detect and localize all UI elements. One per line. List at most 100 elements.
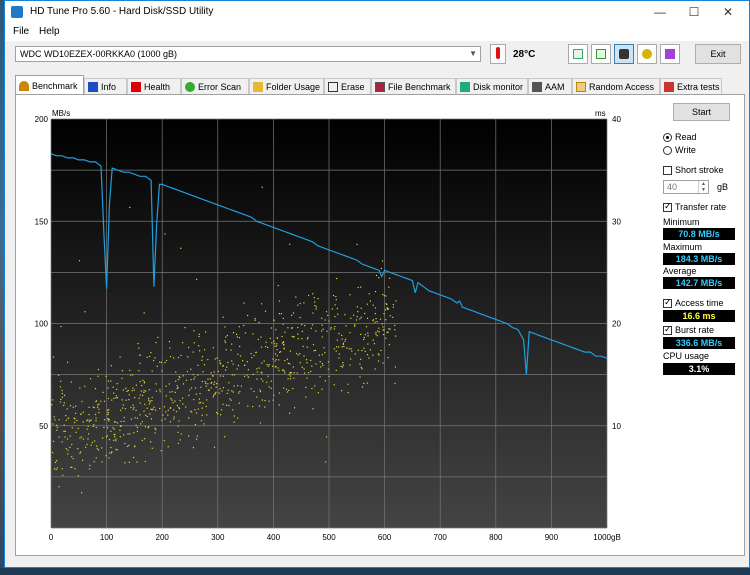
access-time-point <box>319 361 321 363</box>
access-time-point <box>215 391 217 393</box>
access-time-point <box>343 345 345 348</box>
access-time-checkbox[interactable] <box>663 297 672 308</box>
screenshot-button[interactable] <box>614 44 634 64</box>
save-button[interactable] <box>660 44 680 64</box>
access-time-point <box>182 383 185 385</box>
access-time-point <box>160 450 162 452</box>
access-time-point <box>272 358 274 360</box>
access-time-point <box>306 346 308 348</box>
write-radio[interactable] <box>663 146 672 155</box>
access-time-point <box>293 336 295 338</box>
access-time-point <box>311 324 314 326</box>
access-time-point <box>310 359 312 361</box>
access-time-point <box>210 387 212 389</box>
access-time-point <box>280 351 282 353</box>
access-time-point <box>222 316 224 318</box>
access-time-point <box>219 388 221 390</box>
short-stroke-checkbox[interactable] <box>663 166 672 175</box>
copy-text-button[interactable] <box>591 44 611 64</box>
tab-disk-monitor[interactable]: Disk monitor <box>456 78 528 95</box>
access-time-point <box>135 409 137 411</box>
access-time-point <box>360 316 362 318</box>
access-time-point <box>376 321 378 323</box>
access-time-point <box>207 378 209 380</box>
access-time-point <box>188 417 190 419</box>
access-time-point <box>114 433 116 436</box>
access-time-point <box>275 358 277 361</box>
access-time-point <box>306 338 309 340</box>
spinner-arrows-icon[interactable]: ▲ ▼ <box>698 181 708 193</box>
access-time-point <box>301 324 303 326</box>
access-time-point <box>347 392 349 394</box>
short-stroke-input[interactable]: 40 ▲ ▼ <box>663 180 709 194</box>
access-time-point <box>131 390 133 392</box>
disk-monitor-icon <box>460 82 470 92</box>
close-button[interactable]: ✕ <box>711 1 745 23</box>
tab-aam[interactable]: AAM <box>528 78 572 95</box>
access-time-point <box>165 359 168 362</box>
access-time-point <box>88 433 90 435</box>
access-time-point <box>321 317 323 319</box>
access-time-point <box>59 386 61 388</box>
copy-info-button[interactable] <box>568 44 588 64</box>
tab-random-access[interactable]: Random Access <box>572 78 660 95</box>
drive-selector[interactable]: WDC WD10EZEX-00RKKA0 (1000 gB) ▼ <box>15 46 481 62</box>
access-time-point <box>363 336 365 339</box>
access-time-point <box>95 400 98 402</box>
burst-rate-checkbox[interactable] <box>663 324 672 335</box>
access-time-point <box>361 368 363 370</box>
access-time-point <box>376 335 378 337</box>
exit-button[interactable]: Exit <box>695 44 741 64</box>
access-time-point <box>82 411 84 413</box>
tab-erase[interactable]: Erase <box>324 78 371 95</box>
start-button[interactable]: Start <box>673 103 730 121</box>
tab-benchmark[interactable]: Benchmark <box>15 75 84 96</box>
tab-health[interactable]: Health <box>127 78 181 95</box>
access-time-point <box>214 358 216 360</box>
access-time-point <box>344 340 346 342</box>
tab-extra-tests[interactable]: Extra tests <box>660 78 722 95</box>
access-time-point <box>282 317 284 319</box>
tab-file-benchmark[interactable]: File Benchmark <box>371 78 456 95</box>
x-tick-label: 400 <box>267 533 281 542</box>
access-time-point <box>206 414 208 416</box>
maximize-button[interactable]: ☐ <box>677 1 711 23</box>
access-time-point <box>237 385 239 387</box>
tab-error-scan[interactable]: Error Scan <box>181 78 249 95</box>
speaker-icon <box>532 82 542 92</box>
options-button[interactable] <box>637 44 657 64</box>
access-time-point <box>314 305 316 307</box>
minimize-button[interactable]: — <box>643 1 677 23</box>
transfer-rate-checkbox[interactable] <box>663 201 672 212</box>
access-time-point <box>364 350 366 352</box>
y2-tick-label: 20 <box>612 320 621 329</box>
access-time-point <box>284 360 286 362</box>
menu-bar: File Help <box>5 23 749 41</box>
access-time-point <box>115 438 117 440</box>
access-time-point <box>275 366 277 368</box>
access-time-point <box>96 448 98 450</box>
access-time-point <box>261 372 263 374</box>
random-access-icon <box>576 82 586 92</box>
access-time-point <box>182 375 184 377</box>
access-time-point <box>165 385 167 387</box>
tab-folder-usage[interactable]: Folder Usage <box>249 78 324 95</box>
access-time-point <box>177 356 180 359</box>
access-time-point <box>263 360 265 362</box>
access-time-point <box>360 366 362 368</box>
access-time-point <box>116 383 118 385</box>
access-time-point <box>129 206 131 208</box>
access-time-point <box>294 407 296 409</box>
access-time-point <box>224 326 226 328</box>
access-time-point <box>378 331 380 333</box>
access-time-point <box>119 425 122 427</box>
access-time-point <box>282 369 284 371</box>
menu-help[interactable]: Help <box>39 26 60 37</box>
read-radio[interactable] <box>663 133 672 142</box>
access-time-point <box>127 445 129 447</box>
access-time-point <box>213 381 216 383</box>
tab-info[interactable]: Info <box>84 78 127 95</box>
menu-file[interactable]: File <box>13 26 29 37</box>
access-time-point <box>378 277 380 279</box>
access-time-point <box>150 408 152 410</box>
